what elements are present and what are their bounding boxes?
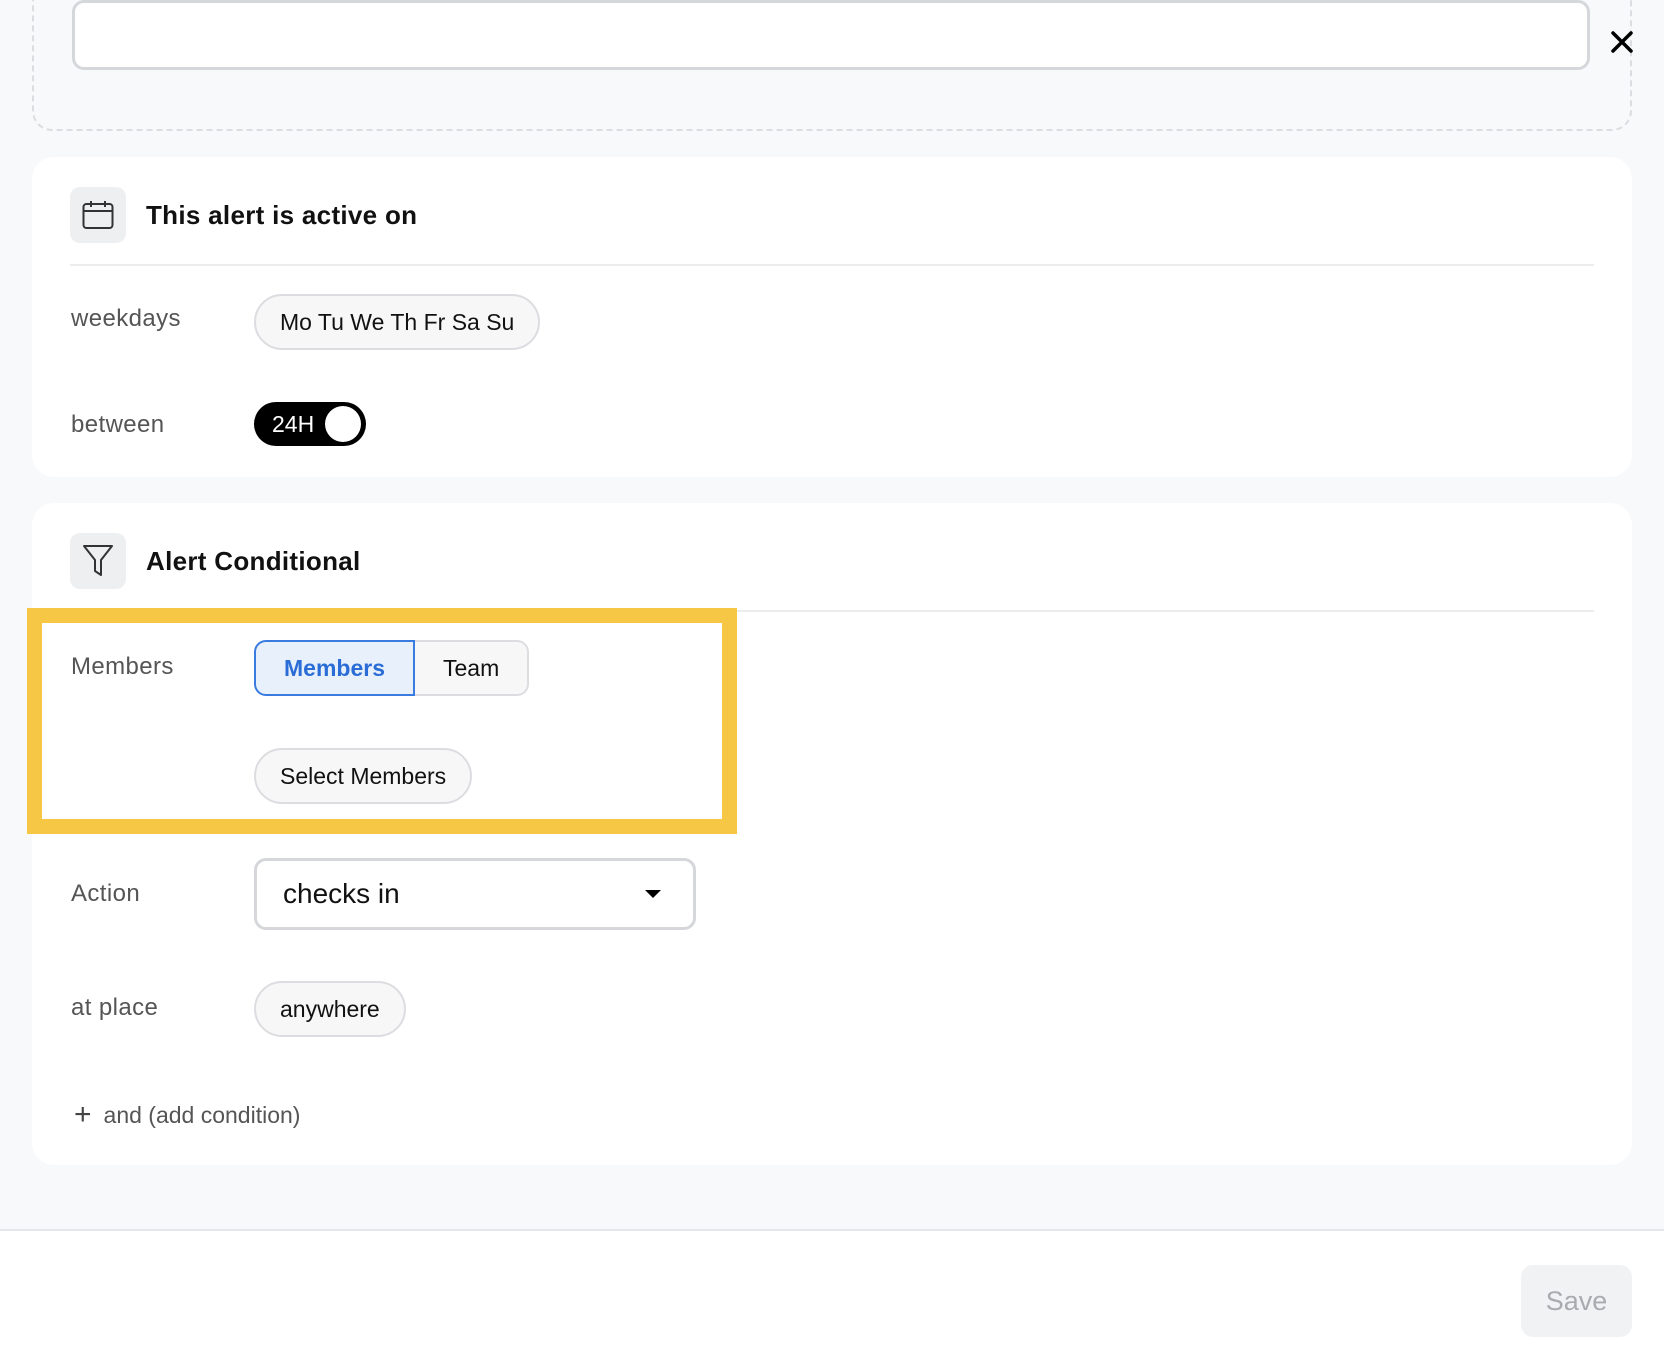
action-dropdown[interactable]: checks in xyxy=(254,858,696,930)
segment-team[interactable]: Team xyxy=(414,640,530,696)
action-dropdown-value: checks in xyxy=(283,878,400,909)
condition-card-divider xyxy=(70,610,1594,612)
segment-members[interactable]: Members xyxy=(254,640,415,696)
close-icon xyxy=(1611,31,1633,53)
top-text-input[interactable] xyxy=(72,0,1590,70)
filter-icon xyxy=(70,533,126,589)
active-schedule-card: This alert is active on weekdays Mo Tu W… xyxy=(32,157,1632,477)
between-label: between xyxy=(71,411,165,438)
active-card-divider xyxy=(70,264,1594,266)
footer-bar: Save xyxy=(0,1229,1664,1356)
24h-toggle[interactable]: 24H xyxy=(254,402,366,446)
plus-icon: + xyxy=(74,1098,92,1131)
place-label: at place xyxy=(71,994,159,1021)
condition-card-header: Alert Conditional xyxy=(70,533,361,589)
condition-card-title: Alert Conditional xyxy=(146,545,361,576)
add-condition-button[interactable]: + and (add condition) xyxy=(74,1100,300,1130)
add-condition-label: and (add condition) xyxy=(103,1101,301,1128)
caret-down-icon xyxy=(645,890,661,898)
weekdays-selector[interactable]: Mo Tu We Th Fr Sa Su xyxy=(254,294,541,350)
members-team-segmented-control: Members Team xyxy=(254,640,530,696)
weekdays-label: weekdays xyxy=(71,305,181,332)
action-label: Action xyxy=(71,880,141,907)
save-button[interactable]: Save xyxy=(1521,1265,1632,1337)
place-selector[interactable]: anywhere xyxy=(254,981,406,1037)
close-button[interactable] xyxy=(1602,22,1642,62)
toggle-knob xyxy=(325,406,361,442)
members-label: Members xyxy=(71,653,174,680)
active-card-header: This alert is active on xyxy=(70,187,417,243)
select-members-button[interactable]: Select Members xyxy=(254,748,473,804)
toggle-label: 24H xyxy=(272,411,315,437)
calendar-icon xyxy=(70,187,126,243)
alert-editor-page: This alert is active on weekdays Mo Tu W… xyxy=(0,0,1664,1356)
alert-condition-card: Alert Conditional Members Members Team S… xyxy=(32,503,1632,1165)
active-card-title: This alert is active on xyxy=(146,199,418,230)
